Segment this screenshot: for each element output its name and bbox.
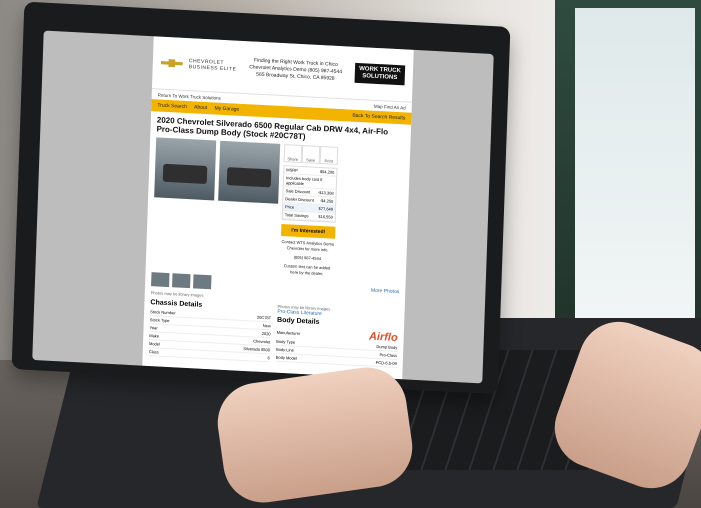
share-button[interactable]: Share (283, 144, 303, 164)
action-icons: Share Save Print (283, 144, 339, 165)
body-details: Photos may be library images Pro-Class L… (275, 304, 399, 369)
thumbnail[interactable] (172, 273, 191, 289)
laptop-screen: CHEVROLET BUSINESS ELITE Finding the Rig… (32, 30, 494, 384)
print-button[interactable]: Print (319, 145, 339, 165)
nav-about[interactable]: About (194, 104, 207, 111)
chevy-bowtie-icon (161, 59, 183, 68)
chassis-details: Chassis Details Stock Number 20C78T Stock… (148, 297, 272, 363)
chevy-brand: CHEVROLET BUSINESS ELITE (161, 57, 237, 73)
nav-truck-search[interactable]: Truck Search (157, 102, 187, 110)
contact-text: Contact WTS Analytics Demo Chevrolet for… (281, 238, 335, 253)
listing-main: Share Save Print MSRP $94,200 Includes bo… (146, 137, 411, 281)
find-ad-link[interactable]: Find An Ad (384, 104, 406, 110)
details-section: Chassis Details Stock Number 20C78T Stock… (143, 295, 405, 372)
more-photos-link[interactable]: More Photos (371, 288, 400, 295)
savings-row: Total Savings $16,558 (282, 211, 335, 222)
contact-phone[interactable]: (805) 987-4544 (280, 254, 334, 263)
window-glass (575, 8, 695, 338)
thumbnail[interactable] (193, 274, 212, 290)
dealer-info: Finding the Right Work Truck in Chico Ch… (249, 57, 343, 83)
save-button[interactable]: Save (301, 145, 321, 164)
web-page: CHEVROLET BUSINESS ELITE Finding the Rig… (142, 36, 414, 380)
nav-my-garage[interactable]: My Garage (214, 105, 239, 112)
photo-gallery (152, 137, 281, 274)
truck-photo-front[interactable] (154, 137, 217, 201)
price-sidebar: Share Save Print MSRP $94,200 Includes bo… (280, 144, 339, 278)
logo-line2: SOLUTIONS (362, 73, 398, 82)
truck-photo-side[interactable] (218, 140, 281, 204)
price-box: MSRP $94,200 Includes body cost if applic… (281, 165, 338, 223)
thumbnail[interactable] (151, 272, 170, 288)
map-link[interactable]: Map (374, 103, 383, 108)
airflo-logo: Airflo (368, 330, 398, 345)
back-link[interactable]: Back To Search Results (352, 113, 405, 122)
brand-secondary: BUSINESS ELITE (188, 64, 237, 73)
manufacturer-label: Manufacturer (276, 329, 301, 336)
interested-button[interactable]: I'm Interested! (281, 223, 336, 239)
work-truck-logo[interactable]: WORK TRUCK SOLUTIONS (354, 62, 406, 86)
